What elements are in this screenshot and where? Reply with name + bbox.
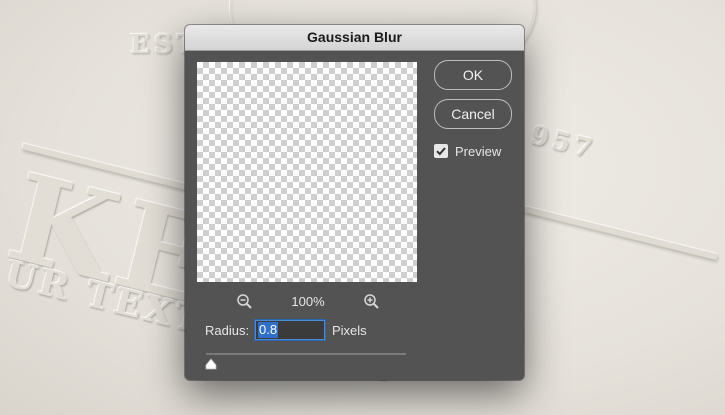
radius-slider-track[interactable] xyxy=(206,353,406,355)
emboss-year-text: 957 xyxy=(527,120,599,166)
radius-label: Radius: xyxy=(205,323,250,338)
filter-preview-pane[interactable] xyxy=(197,62,417,282)
zoom-controls: 100% xyxy=(197,292,417,312)
radius-slider-thumb[interactable] xyxy=(205,357,217,370)
preview-checkbox-label: Preview xyxy=(455,144,502,159)
zoom-out-icon[interactable] xyxy=(235,292,255,312)
ok-button[interactable]: OK xyxy=(434,60,512,90)
radius-unit-label: Pixels xyxy=(332,323,367,338)
emboss-rule-line xyxy=(522,205,718,261)
zoom-level: 100% xyxy=(291,294,325,309)
zoom-in-icon[interactable] xyxy=(362,292,382,312)
radius-value[interactable]: 0.8 xyxy=(258,322,279,338)
dialog-title: Gaussian Blur xyxy=(185,25,524,51)
cancel-button[interactable]: Cancel xyxy=(434,99,512,129)
checkbox-checked-icon[interactable] xyxy=(434,144,448,158)
gaussian-blur-dialog: Gaussian Blur 100% Radius: 0.8 Pixels OK… xyxy=(185,25,524,380)
